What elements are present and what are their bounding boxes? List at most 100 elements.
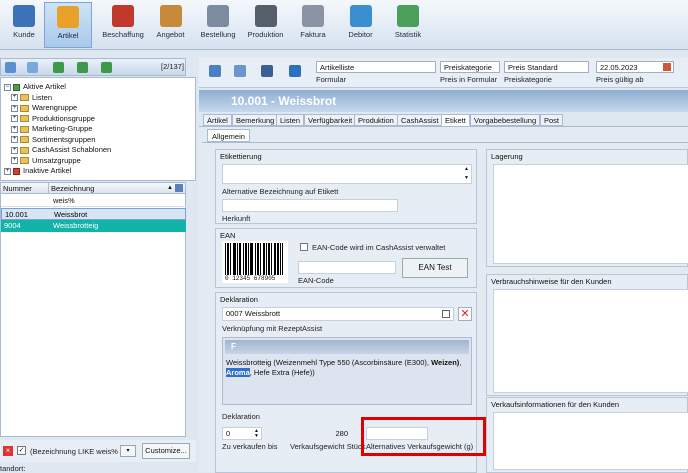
barcode-image: 0 12345 678905 — [222, 241, 288, 283]
subtab-allgemein[interactable]: Allgemein — [207, 129, 250, 142]
filter-dropdown[interactable]: ▾ — [120, 445, 136, 457]
tab-etikett[interactable]: Etikett — [441, 114, 470, 126]
copy-icon[interactable] — [234, 65, 246, 77]
calendar-icon[interactable] — [663, 63, 671, 71]
declaration-editor[interactable]: F Weissbrotteig (Weizenmehl Type 550 (As… — [222, 337, 472, 405]
folder-icon — [20, 125, 29, 133]
expand-toggle-icon[interactable]: + — [11, 136, 18, 144]
verkauf-textarea[interactable] — [493, 412, 688, 470]
filter-enabled-checkbox[interactable]: ✓ — [17, 446, 26, 455]
alt-label-textarea[interactable]: ▲ ▼ — [222, 164, 472, 184]
refresh-icon[interactable] — [27, 62, 38, 73]
article-icon — [57, 6, 79, 28]
expand-toggle-icon[interactable]: + — [11, 94, 18, 102]
tree-node[interactable]: + Umsatzgruppe — [11, 156, 81, 166]
tree-node-label: Inaktive Artikel — [23, 166, 72, 175]
expand-icon[interactable] — [77, 62, 88, 73]
tab-post[interactable]: Post — [540, 114, 564, 126]
expand-toggle-icon[interactable]: + — [11, 104, 18, 112]
tab-cashassist[interactable]: CashAssist — [397, 114, 443, 126]
barcode-bar — [266, 243, 267, 275]
ribbon-beschaffung-button[interactable]: Beschaffung — [99, 2, 147, 48]
tab-vorgabebestellung[interactable]: Vorgabebestellung — [470, 114, 541, 126]
ribbon-produktion-button[interactable]: Produktion — [242, 2, 290, 48]
scroll-up-icon[interactable]: ▲ — [464, 166, 469, 172]
ribbon-debitor-button[interactable]: Debitor — [337, 2, 385, 48]
ribbon-label: Debitor — [348, 30, 373, 39]
formular-select[interactable]: Artikelliste — [316, 61, 436, 73]
recipe-lookup-icon[interactable] — [442, 310, 450, 318]
tree-node[interactable]: + Inaktive Artikel — [4, 166, 71, 176]
expand-toggle-icon[interactable]: + — [11, 125, 18, 133]
debtor-icon — [349, 5, 372, 27]
sell-until-caption: Zu verkaufen bis — [222, 442, 278, 451]
filter-input[interactable]: weis% — [53, 196, 75, 205]
ean-code-caption: EAN-Code — [298, 276, 334, 285]
tree-node[interactable]: + Marketing-Gruppe — [11, 124, 92, 134]
expand-toggle-icon[interactable]: + — [4, 167, 11, 175]
highlight-box — [361, 417, 486, 456]
ean-test-button[interactable]: EAN Test — [402, 258, 468, 278]
recipe-link-input[interactable]: 0007 Weissbrott — [222, 307, 454, 321]
remove-link-icon[interactable]: ✕ — [458, 307, 472, 321]
declaration-text[interactable]: Weissbrotteig (Weizenmehl Type 550 (Asco… — [226, 358, 468, 378]
record-counter: [2/137] — [161, 62, 184, 71]
tab-artikel[interactable]: Artikel — [203, 114, 232, 126]
spin-down-icon[interactable]: ▼ — [254, 433, 259, 439]
verbrauch-textarea[interactable] — [493, 289, 688, 393]
deklaration-caption: Deklaration — [222, 412, 260, 421]
ribbon-kunde-button[interactable]: Kunde — [0, 2, 48, 48]
column-chooser-icon[interactable] — [175, 184, 183, 192]
price-date-field[interactable]: 22.05.2023 — [596, 61, 674, 73]
filter-text: (Bezeichnung LIKE weis% — [30, 447, 118, 456]
collapse-icon[interactable] — [101, 62, 112, 73]
preis-standard-select[interactable]: Preis Standard — [504, 61, 589, 73]
barcode-bar — [252, 243, 253, 275]
ribbon-label: Produktion — [247, 30, 284, 39]
article-tree: − Aktive Artikel + Listen + Warengruppe + Produ… — [0, 77, 196, 181]
tab-bemerkung[interactable]: Bemerkung — [232, 114, 279, 126]
lagerung-textarea[interactable] — [493, 164, 688, 264]
tree-node[interactable]: − Aktive Artikel — [4, 82, 66, 92]
scroll-down-icon[interactable]: ▼ — [464, 175, 469, 181]
ribbon-artikel-button[interactable]: Artikel — [44, 2, 92, 48]
expand-all-icon[interactable] — [53, 62, 64, 73]
save-icon[interactable] — [261, 65, 273, 77]
expand-toggle-icon[interactable]: + — [11, 115, 18, 123]
tab-verfügbarkeit[interactable]: Verfügbarkeit — [304, 114, 357, 126]
tree-node[interactable]: + Warengruppe — [11, 103, 77, 113]
expand-toggle-icon[interactable]: − — [4, 83, 11, 91]
ribbon-faktura-button[interactable]: Faktura — [289, 2, 337, 48]
tab-produktion[interactable]: Produktion — [354, 114, 398, 126]
ean-managed-checkbox[interactable] — [300, 243, 308, 251]
table-row[interactable]: 9004 Weissbrotteig — [1, 220, 186, 232]
undo-icon[interactable] — [289, 65, 301, 77]
column-header-name[interactable]: Bezeichnung ▲ — [49, 183, 186, 194]
tree-node[interactable]: + CashAssist Schablonen — [11, 145, 111, 155]
ean-code-input[interactable] — [298, 261, 396, 274]
sell-until-spinner[interactable]: 0 ▲ ▼ — [222, 427, 262, 440]
barcode-bar — [269, 243, 270, 275]
ribbon-bestellung-button[interactable]: Bestellung — [194, 2, 242, 48]
preis-in-formular-label: Preis in Formular — [440, 75, 498, 84]
preiskategorie-select[interactable]: Preiskategorie — [440, 61, 500, 73]
etikett-panel: Allgemein Etikettierung ▲ ▼ Alternative B… — [199, 126, 688, 473]
ribbon-angebot-button[interactable]: Angebot — [147, 2, 195, 48]
tree-node[interactable]: + Listen — [11, 93, 52, 103]
ribbon-statistik-button[interactable]: Statistik — [384, 2, 432, 48]
folder-icon — [13, 83, 20, 91]
tree-view-icon[interactable] — [5, 62, 16, 73]
expand-toggle-icon[interactable]: + — [11, 146, 18, 154]
tree-node[interactable]: + Produktionsgruppe — [11, 114, 95, 124]
tree-node[interactable]: + Sortimentsgruppen — [11, 135, 95, 145]
column-header-number[interactable]: Nummer — [1, 183, 49, 194]
herkunft-input[interactable] — [222, 199, 398, 212]
table-row[interactable]: 10.001 Weissbrot — [1, 208, 186, 220]
expand-toggle-icon[interactable]: + — [11, 157, 18, 165]
barcode-bar — [246, 243, 247, 275]
add-icon[interactable] — [209, 65, 221, 77]
filter-bar: × ✓ (Bezeichnung LIKE weis% ▾ Customize.… — [0, 440, 196, 473]
tab-listen[interactable]: Listen — [276, 114, 305, 126]
customize-button[interactable]: Customize... — [142, 443, 190, 459]
clear-filter-icon[interactable]: × — [3, 446, 13, 456]
